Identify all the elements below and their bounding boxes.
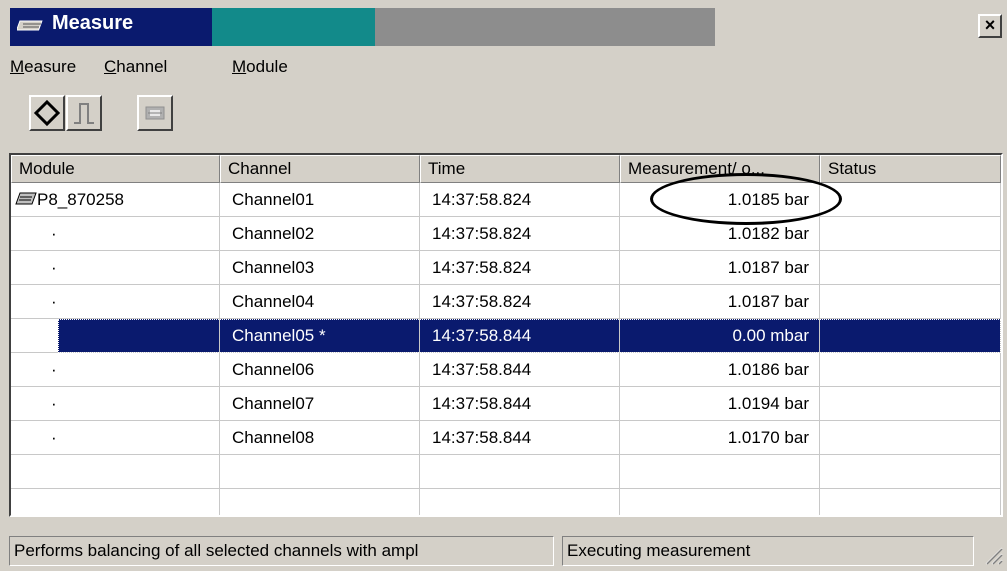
table-row[interactable]: · Channel04 14:37:58.824 1.0187 bar xyxy=(11,285,1001,319)
cell-module: · xyxy=(11,285,220,319)
cell-measurement: 1.0186 bar xyxy=(620,353,820,387)
cell-status xyxy=(820,183,1001,217)
cell-status xyxy=(820,455,1001,489)
cell-measurement: 1.0194 bar xyxy=(620,387,820,421)
title-bar-progress xyxy=(212,8,375,46)
table-row[interactable] xyxy=(11,489,1001,515)
table-row[interactable]: · Channel02 14:37:58.824 1.0182 bar xyxy=(11,217,1001,251)
cell-measurement xyxy=(620,489,820,515)
start-measure-icon xyxy=(33,99,61,127)
cell-status xyxy=(820,421,1001,455)
cell-time xyxy=(420,489,620,515)
focus-rect xyxy=(58,319,1001,353)
window-title: Measure xyxy=(52,12,134,34)
status-state: Executing measurement xyxy=(562,536,974,566)
cell-time: 14:37:58.824 xyxy=(420,285,620,319)
cell-time: 14:37:58.844 xyxy=(420,353,620,387)
module-name: P8_870258 xyxy=(37,190,124,209)
table-row[interactable]: P8_870258 Channel01 14:37:58.824 1.0185 bar xyxy=(11,183,1001,217)
pulse-icon xyxy=(74,103,94,124)
cell-channel: Channel02 xyxy=(220,217,420,251)
close-button[interactable]: × xyxy=(978,14,1002,38)
table-row[interactable] xyxy=(11,455,1001,489)
cell-status xyxy=(820,353,1001,387)
pulse-button[interactable] xyxy=(66,95,102,131)
cell-time: 14:37:58.844 xyxy=(420,387,620,421)
balance-button[interactable] xyxy=(137,95,173,131)
cell-status xyxy=(820,251,1001,285)
cell-status xyxy=(820,489,1001,515)
cell-module xyxy=(11,489,220,515)
title-bar-inactive xyxy=(375,8,715,46)
table-row[interactable]: Channel05 * 14:37:58.844 0.00 mbar xyxy=(11,319,1001,353)
cell-time: 14:37:58.824 xyxy=(420,183,620,217)
cell-measurement: 1.0182 bar xyxy=(620,217,820,251)
cell-module: · xyxy=(11,421,220,455)
cell-module: · xyxy=(11,217,220,251)
title-bar: Measure × xyxy=(0,0,1007,46)
module-icon xyxy=(15,192,37,205)
cell-status xyxy=(820,285,1001,319)
cell-measurement: 1.0187 bar xyxy=(620,251,820,285)
table-row[interactable]: · Channel08 14:37:58.844 1.0170 bar xyxy=(11,421,1001,455)
cell-time xyxy=(420,455,620,489)
menu-channel[interactable]: Channel xyxy=(104,57,167,77)
cell-channel xyxy=(220,455,420,489)
start-measure-button[interactable] xyxy=(29,95,65,131)
status-hint: Performs balancing of all selected chann… xyxy=(9,536,554,566)
cell-channel: Channel07 xyxy=(220,387,420,421)
menu-module[interactable]: Module xyxy=(232,57,288,77)
cell-module: · xyxy=(11,251,220,285)
cell-measurement xyxy=(620,455,820,489)
column-header-channel[interactable]: Channel xyxy=(220,155,420,183)
cell-time: 14:37:58.824 xyxy=(420,217,620,251)
column-header-status[interactable]: Status xyxy=(820,155,1001,183)
cell-channel: Channel08 xyxy=(220,421,420,455)
measure-app-icon xyxy=(17,20,43,31)
column-header-measurement[interactable]: Measurement/ o... xyxy=(620,155,820,183)
cell-module xyxy=(11,455,220,489)
cell-measurement: 1.0187 bar xyxy=(620,285,820,319)
table-row[interactable]: · Channel06 14:37:58.844 1.0186 bar xyxy=(11,353,1001,387)
cell-module: · xyxy=(11,387,220,421)
cell-channel: Channel01 xyxy=(220,183,420,217)
column-header-module[interactable]: Module xyxy=(11,155,220,183)
cell-time: 14:37:58.824 xyxy=(420,251,620,285)
cell-status xyxy=(820,387,1001,421)
cell-time: 14:37:58.844 xyxy=(420,421,620,455)
measurement-table[interactable]: Module Channel Time Measurement/ o... St… xyxy=(9,153,1003,517)
cell-measurement: 1.0185 bar xyxy=(620,183,820,217)
cell-channel: Channel06 xyxy=(220,353,420,387)
cell-status xyxy=(820,217,1001,251)
cell-module: P8_870258 xyxy=(11,183,220,217)
table-row[interactable]: · Channel03 14:37:58.824 1.0187 bar xyxy=(11,251,1001,285)
column-header-time[interactable]: Time xyxy=(420,155,620,183)
balance-icon xyxy=(145,106,165,120)
cell-channel: Channel03 xyxy=(220,251,420,285)
table-row[interactable]: · Channel07 14:37:58.844 1.0194 bar xyxy=(11,387,1001,421)
menu-measure[interactable]: Measure xyxy=(10,57,76,77)
resize-grip-icon[interactable] xyxy=(980,542,1004,566)
cell-channel: Channel04 xyxy=(220,285,420,319)
cell-module: · xyxy=(11,353,220,387)
cell-measurement: 1.0170 bar xyxy=(620,421,820,455)
cell-channel xyxy=(220,489,420,515)
